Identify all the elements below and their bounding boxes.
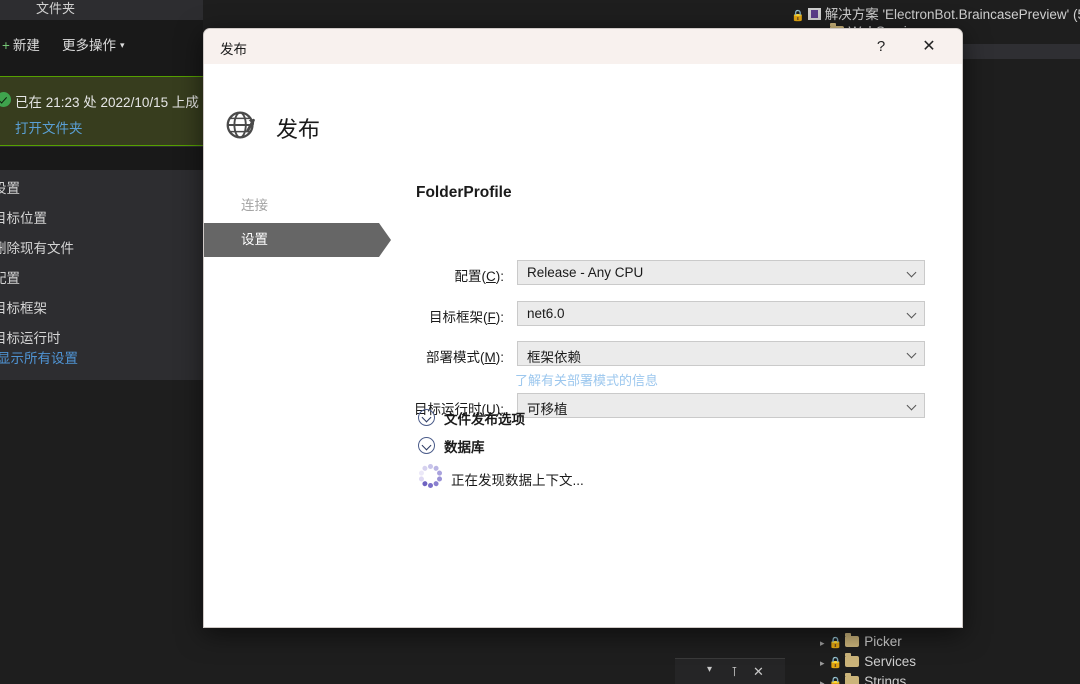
open-folder-link[interactable]: 打开文件夹	[15, 117, 83, 137]
pane-divider	[0, 147, 203, 170]
field-target-framework: 目标框架(F):	[304, 303, 504, 327]
publish-settings-list: 设置 目标位置 删除现有文件 配置 目标框架 目标运行时 显示所有设置	[0, 172, 203, 352]
left-pane-tabstrip[interactable]: 文件夹	[0, 0, 203, 18]
tree-row-label: Picker	[864, 634, 902, 649]
target-runtime-value: 可移植	[527, 398, 568, 418]
lock-icon: 🔒	[829, 637, 843, 649]
settings-row: 目标框架	[0, 292, 203, 322]
folder-icon	[845, 656, 859, 667]
expander-label: 文件发布选项	[444, 408, 525, 428]
tree-row-picker[interactable]: ▸ 🔒 Picker	[820, 634, 902, 649]
target-framework-combobox[interactable]: net6.0	[517, 301, 925, 326]
chevron-down-icon	[908, 269, 915, 276]
publish-dialog: 发布 ? ✕ 发布 连接 设置	[203, 28, 963, 628]
tool-window-header: ▾ ⊺ ✕	[675, 658, 785, 684]
target-framework-value: net6.0	[527, 306, 565, 321]
wizard-steps: 连接 设置	[204, 189, 379, 257]
new-profile-button[interactable]: +新建	[2, 34, 40, 54]
settings-row: 删除现有文件	[0, 232, 203, 262]
more-actions-label: 更多操作	[62, 38, 116, 53]
wizard-step-connect[interactable]: 连接	[204, 189, 379, 223]
close-icon[interactable]: ✕	[753, 664, 764, 680]
show-all-settings-link[interactable]: 显示所有设置	[0, 347, 78, 367]
settings-row-label: 删除现有文件	[0, 237, 74, 257]
dialog-titlebar[interactable]: 发布 ? ✕	[204, 29, 962, 64]
settings-row-label: 目标框架	[0, 297, 47, 317]
target-runtime-combobox[interactable]: 可移植	[517, 393, 925, 418]
dialog-body: 发布 连接 设置 FolderProfile 配置(C): Release - …	[204, 64, 962, 628]
profile-name: FolderProfile	[416, 184, 512, 202]
folder-icon	[845, 676, 859, 684]
field-deployment-mode-label: 部署模式(M):	[426, 346, 504, 366]
tree-row-services-folder[interactable]: ▸ 🔒 Services	[820, 654, 916, 669]
chevron-down-circle-icon	[418, 409, 435, 426]
chevron-right-icon: ▸	[820, 678, 825, 684]
settings-row-label: 配置	[0, 267, 20, 287]
tree-row-label: Services	[864, 654, 916, 669]
chevron-down-icon	[908, 350, 915, 357]
lock-icon: 🔒	[829, 677, 843, 684]
publish-success-banner: 已在 21:23 处 2022/10/15 上成 打开文件夹	[0, 76, 203, 146]
chevron-down-icon	[908, 402, 915, 409]
lock-icon: 🔒	[829, 657, 843, 669]
chevron-right-icon: ▸	[820, 658, 825, 668]
publish-profile-pane: 文件夹 +新建 更多操作 ▾ 已在 21:23 处 2022/10/15 上成 打…	[0, 0, 203, 380]
settings-row: 目标位置	[0, 202, 203, 232]
pin-icon[interactable]: ⊺	[731, 664, 738, 680]
screen-root: 文件夹 +新建 更多操作 ▾ 已在 21:23 处 2022/10/15 上成 打…	[0, 0, 1080, 684]
left-pane-tab-label[interactable]: 文件夹	[36, 0, 75, 17]
solution-icon	[808, 8, 821, 20]
deployment-mode-combobox[interactable]: 框架依赖	[517, 341, 925, 366]
solution-root-row[interactable]: 🔒 解决方案 'ElectronBot.BraincasePreview' (5	[791, 3, 1080, 23]
publish-toolbar: +新建 更多操作 ▾	[0, 20, 203, 76]
close-icon[interactable]: ✕	[916, 36, 942, 58]
chevron-down-icon[interactable]: ▾	[707, 664, 712, 675]
dialog-header-title: 发布	[276, 112, 320, 144]
progress-text: 正在发现数据上下文...	[451, 469, 584, 489]
wizard-step-settings[interactable]: 设置	[204, 223, 379, 257]
chevron-right-icon: ▸	[820, 638, 825, 648]
wizard-step-label: 连接	[241, 198, 268, 213]
folder-icon	[845, 636, 859, 647]
success-check-icon	[0, 92, 11, 107]
wizard-step-label: 设置	[241, 232, 268, 247]
tree-row-label: Strings	[864, 674, 906, 684]
deployment-mode-value: 框架依赖	[527, 346, 581, 366]
settings-row-label: 目标运行时	[0, 327, 61, 347]
chevron-down-icon	[908, 310, 915, 317]
field-target-framework-label: 目标框架(F):	[429, 306, 504, 326]
expander-label: 数据库	[444, 436, 485, 456]
help-icon[interactable]: ?	[868, 36, 894, 58]
publish-status-text: 已在 21:23 处 2022/10/15 上成	[15, 91, 199, 111]
field-deployment-mode: 部署模式(M):	[304, 343, 504, 367]
configuration-combobox[interactable]: Release - Any CPU	[517, 260, 925, 285]
publish-globe-icon	[223, 106, 261, 144]
field-configuration: 配置(C):	[304, 262, 504, 286]
loading-spinner-icon	[418, 464, 442, 488]
field-configuration-label: 配置(C):	[455, 265, 505, 285]
chevron-down-icon: ▾	[120, 40, 125, 50]
settings-title: 设置	[0, 177, 20, 197]
settings-title-row: 设置	[0, 172, 203, 202]
configuration-value: Release - Any CPU	[527, 265, 643, 280]
deployment-mode-learn-link[interactable]: 了解有关部署模式的信息	[515, 370, 658, 389]
more-actions-button[interactable]: 更多操作 ▾	[62, 34, 125, 54]
settings-row: 配置	[0, 262, 203, 292]
chevron-down-circle-icon	[418, 437, 435, 454]
settings-row-label: 目标位置	[0, 207, 47, 227]
new-profile-label: 新建	[13, 38, 40, 53]
lock-icon: 🔒	[791, 10, 805, 22]
dialog-title: 发布	[220, 38, 247, 58]
solution-root-label: 解决方案 'ElectronBot.BraincasePreview' (5	[825, 7, 1080, 22]
tree-row-strings[interactable]: ▸ 🔒 Strings	[820, 674, 906, 684]
plus-icon: +	[2, 38, 10, 53]
